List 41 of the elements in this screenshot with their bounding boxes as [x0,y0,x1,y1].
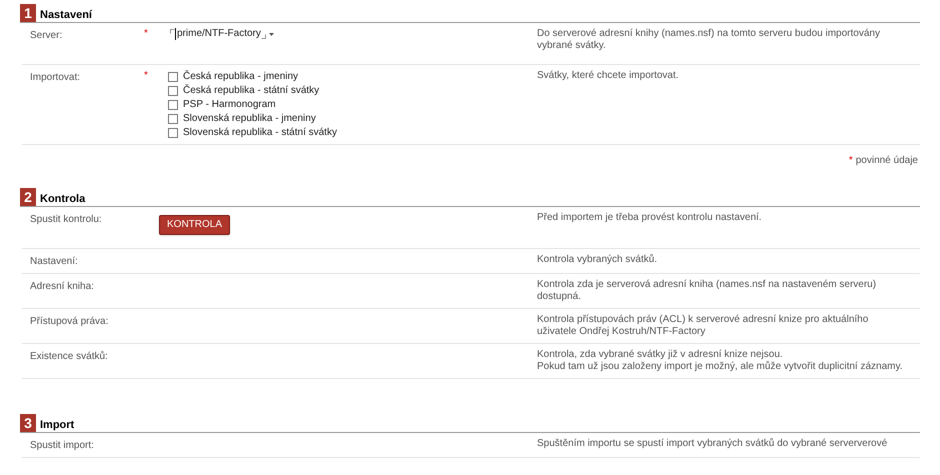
required-mark: * [144,28,149,40]
row-label: Přístupová práva: [30,316,108,327]
section-title: Nastavení [40,8,92,22]
row-label: Nastavení: [30,256,78,267]
checkbox[interactable] [168,100,178,110]
row-description: Do serverové adresní knihy (names.nsf) na tomto serveru budou importovány vybrané svátky. [537,28,881,52]
checkbox[interactable] [168,128,178,138]
field-end-icon [260,34,266,39]
checkbox[interactable] [168,72,178,82]
row-label: Spustit kontrolu: [30,214,102,225]
row-label: Adresní kniha: [30,281,94,292]
row-label: Server: [30,30,62,41]
checkbox[interactable] [168,86,178,96]
required-mark: * [144,70,149,82]
server-field[interactable]: prime/NTF-Factory [168,28,276,40]
checkbox[interactable] [168,114,178,124]
section-number: 3 [20,414,36,432]
row-description: Kontrola zda je serverová adresní kniha (names.nsf na nastaveném serveru) dostupná. [537,279,878,303]
caret-icon [268,32,274,36]
row-label: Importovat: [30,72,80,83]
row-label: Existence svátků: [30,351,108,362]
row-label: Spustit import: [30,440,94,451]
row-description: Svátky, které chcete importovat. [537,70,680,82]
kontrola-button[interactable]: KONTROLA [159,215,230,235]
checkbox-option[interactable]: Česká republika - jmeniny [168,70,337,83]
checkbox-option[interactable]: PSP - Harmonogram [168,98,337,111]
row-description: Kontrola přístupovách práv (ACL) k serverové adresní knize pro aktuálního uživatele Ondřej Kostruh/NTF-Factory [537,314,870,338]
section-title: Kontrola [40,192,86,206]
checkbox-option[interactable]: Česká republika - státní svátky [168,84,337,97]
row-description: Před importem je třeba provést kontrolu nastavení. [537,212,763,224]
row-description: Kontrola, zda vybrané svátky již v adresní knize nejsou. Pokud tam už jsou založeny import je možný, ale může vytvořit duplicitní záznamy. [537,349,904,373]
checkbox-option[interactable]: Slovenská republika - státní svátky [168,126,337,139]
field-start-icon [170,29,175,34]
row-description: Spuštěním importu se spustí import vybraných svátků do vybrané serververové [537,438,888,450]
row-description: Kontrola vybraných svátků. [537,254,658,266]
checkbox-option[interactable]: Slovenská republika - jmeniny [168,112,337,125]
section-number: 2 [20,188,36,206]
required-mark: * [848,155,853,167]
section-title: Import [40,418,74,432]
section-number: 1 [20,4,36,22]
required-note: povinné údaje [856,155,918,167]
